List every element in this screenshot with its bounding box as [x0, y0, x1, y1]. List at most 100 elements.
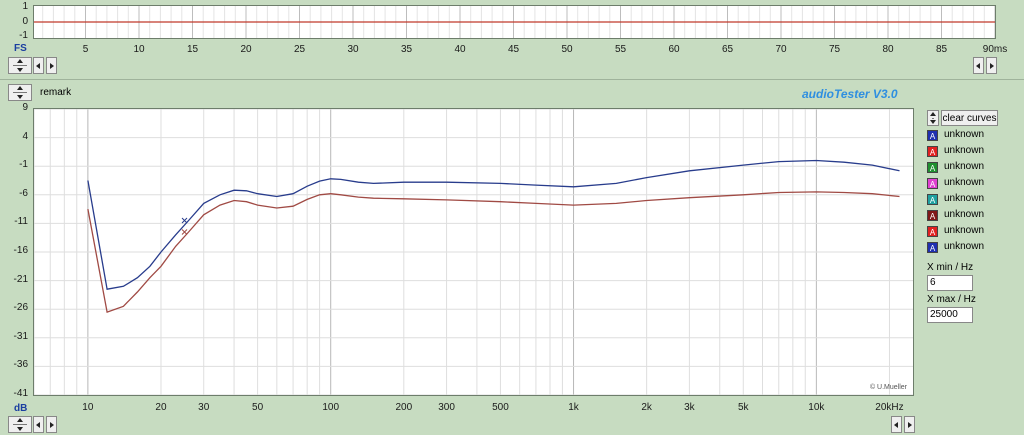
- time-x-tick: 15: [186, 44, 199, 55]
- curve-marker: [181, 229, 188, 235]
- freq-y-tick: -36: [13, 359, 28, 371]
- time-plot[interactable]: [33, 5, 996, 39]
- time-x-tick: 30: [347, 44, 359, 55]
- legend-label: unknown: [944, 129, 985, 140]
- time-x-tick: 80: [882, 44, 894, 55]
- freq-x-tick: 100: [322, 402, 340, 413]
- copyright-text: © U.Mueller: [869, 384, 907, 391]
- remark-spinner[interactable]: [8, 84, 32, 101]
- legend-label: unknown: [944, 209, 985, 220]
- curve-marker: [181, 217, 188, 224]
- freq-y-tick: 4: [22, 130, 28, 142]
- freq-unit-label: dB: [14, 403, 28, 414]
- curve-toggle-icon[interactable]: A: [927, 178, 938, 189]
- time-x-tick: 10: [133, 44, 145, 55]
- arrow-left-icon: [36, 422, 40, 428]
- freq-scale-spinner[interactable]: [8, 416, 32, 433]
- time-x-tick: 45: [507, 44, 520, 55]
- legend-label: unknown: [944, 161, 985, 172]
- time-x-tick: 75: [828, 44, 841, 55]
- time-x-tick: 55: [614, 44, 627, 55]
- time-x-tick: 20: [240, 44, 252, 55]
- frequency-plot-canvas: [34, 109, 913, 395]
- app-title: audioTester V3.0: [802, 87, 898, 101]
- freq-x-tick: 300: [438, 402, 455, 413]
- arrow-right-icon: [50, 422, 54, 428]
- clear-curves-button[interactable]: clear curves: [941, 110, 998, 126]
- freq-x-tick: 20: [155, 402, 167, 413]
- freq-y-tick: -11: [14, 216, 28, 228]
- time-unit-label: FS: [14, 43, 27, 54]
- time-scale-spinner[interactable]: [8, 57, 32, 74]
- remark-label: remark: [40, 87, 72, 98]
- freq-x-tick: 50: [252, 402, 264, 413]
- time-x-tick: 50: [561, 44, 573, 55]
- arrow-right-icon: [50, 63, 54, 69]
- arrow-left-icon: [976, 63, 980, 69]
- arrow-right-icon: [990, 63, 994, 69]
- time-x-tick: 65: [721, 44, 734, 55]
- time-scroll-right-button[interactable]: [46, 57, 57, 74]
- freq-x-tick: 1k: [568, 402, 579, 413]
- xmax-label: X max / Hz: [927, 294, 976, 305]
- freq-x-tick: 30: [198, 402, 210, 413]
- time-x-tick: 90ms: [982, 44, 1008, 55]
- arrow-left-icon: [894, 422, 898, 428]
- panel-divider: [0, 79, 1024, 80]
- freq-y-tick: -1: [19, 159, 28, 171]
- time-plot-canvas: [34, 6, 995, 38]
- curve-toggle-icon[interactable]: A: [927, 162, 938, 173]
- freq-x-tick: 500: [492, 402, 509, 413]
- curve-toggle-icon[interactable]: A: [927, 130, 938, 141]
- freq-scroll-right-button[interactable]: [46, 416, 57, 433]
- response-curve-1: [87, 159, 900, 290]
- freq-end-right-button[interactable]: [904, 416, 915, 433]
- legend-label: unknown: [944, 241, 985, 252]
- legend-label: unknown: [944, 145, 985, 156]
- xmin-label: X min / Hz: [927, 262, 974, 273]
- freq-x-tick: 20kHz: [875, 402, 904, 413]
- time-x-tick: 85: [935, 44, 948, 55]
- freq-x-tick: 10: [82, 402, 94, 413]
- time-y-tick: 0: [22, 16, 28, 27]
- freq-y-tick: -6: [19, 187, 28, 199]
- freq-x-tick: 2k: [641, 402, 652, 413]
- legend-label: unknown: [944, 177, 985, 188]
- arrow-right-icon: [908, 422, 912, 428]
- time-y-tick: -1: [19, 30, 28, 41]
- frequency-plot[interactable]: © U.Mueller: [33, 108, 914, 396]
- curve-toggle-icon[interactable]: A: [927, 146, 938, 157]
- freq-x-tick: 10k: [808, 402, 825, 413]
- freq-end-left-button[interactable]: [891, 416, 902, 433]
- freq-y-tick: -41: [13, 388, 28, 399]
- arrow-left-icon: [36, 63, 40, 69]
- time-x-tick: 35: [400, 44, 413, 55]
- time-x-tick: 60: [668, 44, 680, 55]
- curve-toggle-icon[interactable]: A: [927, 194, 938, 205]
- time-end-right-button[interactable]: [986, 57, 997, 74]
- curve-toggle-icon[interactable]: A: [927, 210, 938, 221]
- freq-x-tick: 200: [395, 402, 413, 413]
- freq-x-tick: 3k: [684, 402, 695, 413]
- xmin-input[interactable]: 6: [927, 275, 973, 291]
- freq-y-tick: -16: [13, 245, 28, 256]
- time-x-tick: 5: [82, 44, 89, 55]
- freq-y-tick: 9: [22, 102, 28, 113]
- curve-toggle-icon[interactable]: A: [927, 242, 938, 253]
- time-scroll-left-button[interactable]: [33, 57, 44, 74]
- legend-label: unknown: [944, 193, 985, 204]
- xmax-input[interactable]: 25000: [927, 307, 973, 323]
- freq-y-tick: -31: [13, 330, 28, 342]
- freq-scroll-left-button[interactable]: [33, 416, 44, 433]
- time-end-left-button[interactable]: [973, 57, 984, 74]
- freq-x-tick: 5k: [737, 402, 749, 413]
- time-x-tick: 40: [454, 44, 466, 55]
- legend-label: unknown: [944, 225, 985, 236]
- time-y-tick: 1: [22, 1, 28, 12]
- time-x-tick: 25: [293, 44, 306, 55]
- time-x-tick: 70: [775, 44, 787, 55]
- curves-spinner[interactable]: [927, 110, 939, 126]
- freq-y-tick: -21: [13, 273, 28, 285]
- freq-y-tick: -26: [13, 302, 28, 314]
- curve-toggle-icon[interactable]: A: [927, 226, 938, 237]
